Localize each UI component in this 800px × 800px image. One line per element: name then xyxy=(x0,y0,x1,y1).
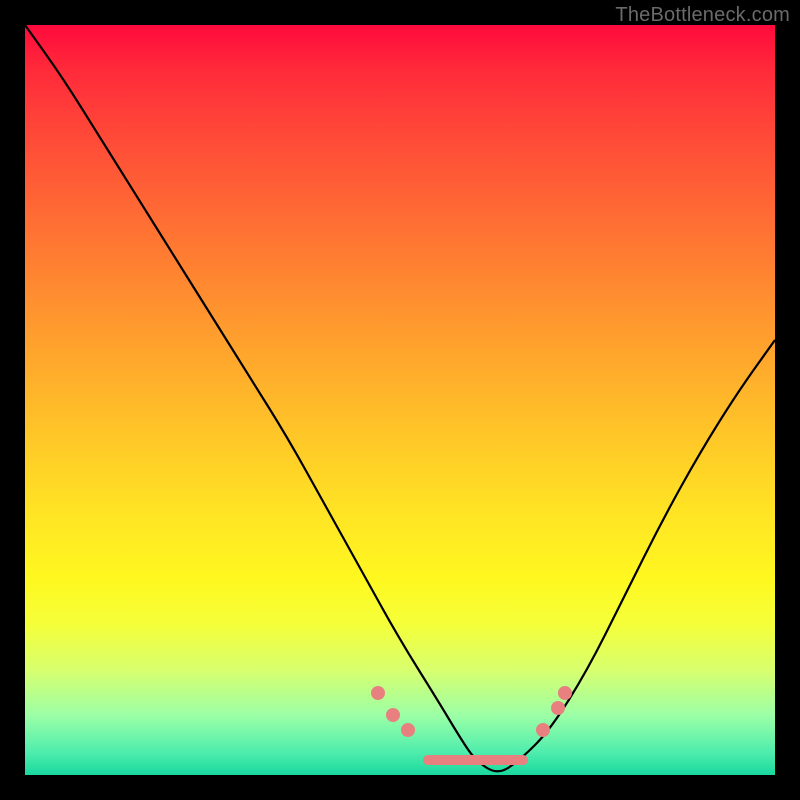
chart-frame: TheBottleneck.com xyxy=(0,0,800,800)
bottleneck-curve xyxy=(25,25,775,775)
highlight-dot xyxy=(536,723,550,737)
trough-bar xyxy=(423,755,528,765)
highlight-dot xyxy=(386,708,400,722)
watermark-label: TheBottleneck.com xyxy=(615,4,790,27)
highlight-dot xyxy=(401,723,415,737)
highlight-dot xyxy=(371,686,385,700)
highlight-dot xyxy=(551,701,565,715)
highlight-dot xyxy=(558,686,572,700)
plot-area xyxy=(25,25,775,775)
